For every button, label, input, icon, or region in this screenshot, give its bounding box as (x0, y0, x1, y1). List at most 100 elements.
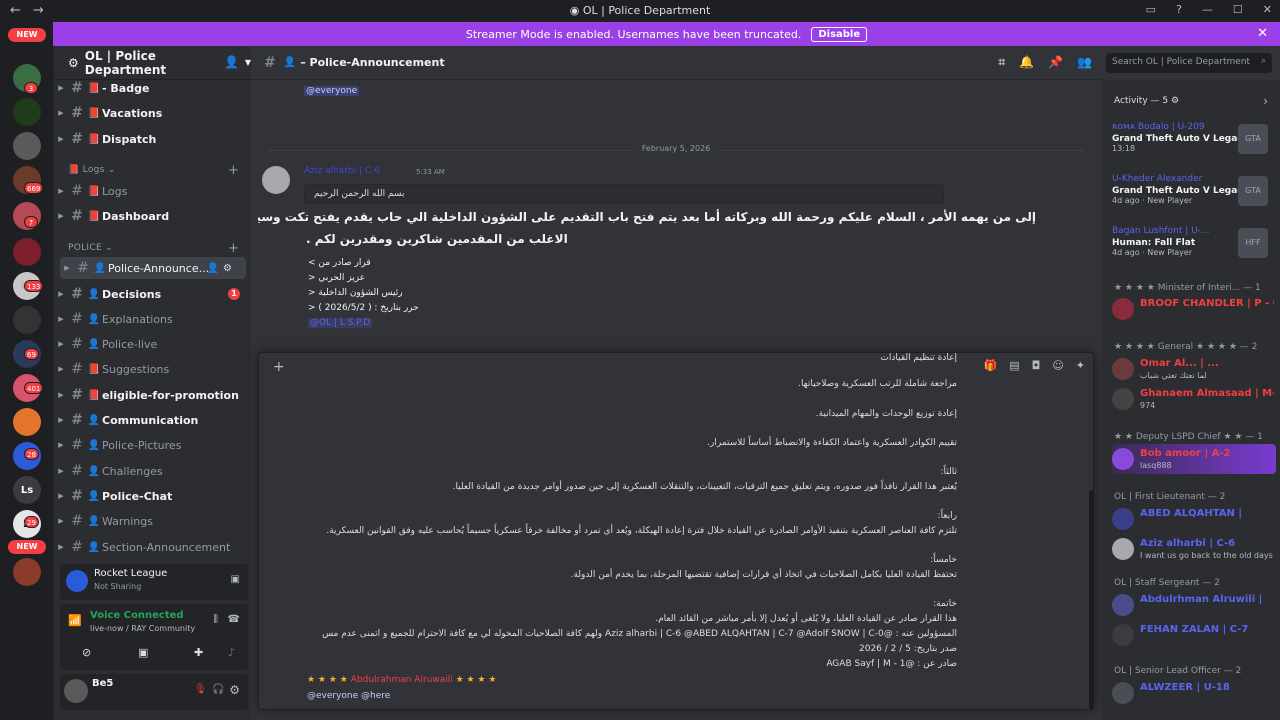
member-row[interactable]: Omar Al... | ... لما تعتك تعتي شباب (1112, 354, 1276, 384)
add-member-icon[interactable]: 👤 (224, 55, 239, 69)
search-input[interactable]: Search OL | Police Department ⌕ (1106, 53, 1272, 73)
server-icon[interactable] (13, 238, 41, 266)
channel-police-chat[interactable]: ▶ # 👤 Police-Chat (54, 485, 252, 507)
activity-panel[interactable]: Rocket League Not Sharing ▣ (60, 564, 248, 600)
hash-icon: # (71, 488, 83, 504)
expand-arrow-icon: ▶ (58, 340, 64, 348)
server-icon[interactable] (13, 408, 41, 436)
add-channel-icon[interactable]: + (228, 163, 239, 178)
unread-badge: 133 (24, 280, 44, 292)
channel-settings-icon[interactable]: 👤⚙ (207, 263, 236, 274)
channel-decisions[interactable]: ▶ # 👤 Decisions 1 (54, 283, 252, 305)
mute-icon[interactable]: 🎙 (194, 684, 207, 695)
member-row[interactable]: BROOF CHANDLER | P - 0 (1112, 294, 1276, 324)
chevron-right-icon[interactable]: › (1263, 94, 1268, 108)
screen-share-icon[interactable]: ▣ (138, 646, 148, 659)
message-author[interactable]: Aziz alharbi | C-6 (304, 166, 380, 176)
close-icon[interactable]: ✕ (1257, 26, 1268, 41)
help-icon[interactable]: ? (1176, 3, 1182, 16)
channel-police-live[interactable]: ▶ # 👤 Police-live (54, 333, 252, 355)
channel-warnings[interactable]: ▶ # 👤 Warnings (54, 510, 252, 532)
voice-channel[interactable]: live-now / RAY Community (90, 624, 195, 633)
channel-vacations[interactable]: ▶ # 📕 Vacations (54, 102, 252, 124)
activities-icon[interactable]: ✚ (194, 646, 203, 659)
chevron-down-icon: ▼ (244, 58, 251, 67)
activity-card[interactable]: Bagan Lushfont | U-... Human: Fall Flat … (1112, 226, 1276, 270)
channel-eligible-for-promotion[interactable]: ▶ # 📕 eligible-for-promotion (54, 384, 252, 406)
camera-off-icon[interactable]: ⊘ (82, 646, 91, 659)
apps-icon[interactable]: ✦ (1076, 359, 1085, 372)
member-row[interactable]: Bob amoor | A-2 lasq888 (1112, 444, 1276, 474)
member-list-icon[interactable]: 👥 (1077, 55, 1092, 70)
expand-arrow-icon: ▶ (58, 365, 64, 373)
activity-header[interactable]: Activity — 5 ⚙ (1114, 96, 1179, 106)
member-row[interactable]: ALWZEER | U-18 (1112, 678, 1276, 708)
channel-dispatch[interactable]: ▶ # 📕 Dispatch (54, 128, 252, 150)
header-toolbar: ⌗ 🔔 📌 👥 (998, 55, 1092, 70)
server-header[interactable]: ⚙ OL | Police Department ▼ 👤 (54, 46, 251, 80)
unread-badge: 401 (24, 382, 44, 394)
banner-text: Streamer Mode is enabled. Usernames have… (465, 27, 802, 41)
decision-line: قرار صادر من > (308, 258, 371, 268)
everyone-mention[interactable]: @everyone (304, 86, 360, 96)
expand-arrow-icon: ▶ (58, 212, 64, 220)
server-icon[interactable] (13, 306, 41, 334)
voice-status: Voice Connected (90, 610, 184, 621)
activity-card[interactable]: U-Kheder Alexander Grand Theft Auto V Le… (1112, 174, 1276, 218)
bell-icon[interactable]: 🔔 (1019, 55, 1034, 70)
soundboard-icon[interactable]: ♪ (228, 646, 235, 659)
member-name: Aziz alharbi | C-6 (1140, 538, 1236, 549)
channel-suggestions[interactable]: ▶ # 📕 Suggestions (54, 358, 252, 380)
scrollbar[interactable] (1089, 490, 1094, 710)
avatar[interactable] (64, 679, 88, 703)
role-mention[interactable]: @OL | L S.P.D (308, 318, 373, 328)
inbox-icon[interactable]: ▭ (1146, 3, 1156, 16)
channel-label: Suggestions (102, 362, 170, 376)
channel-challenges[interactable]: ▶ # 👤 Challenges (54, 460, 252, 482)
server-icon[interactable] (13, 558, 41, 586)
member-row[interactable]: FEHAN ZALAN | C-7 (1112, 620, 1276, 650)
threads-icon[interactable]: ⌗ (998, 55, 1005, 70)
gift-icon[interactable]: 🎁 (984, 359, 998, 372)
expand-arrow-icon: ▶ (58, 467, 64, 475)
channel-section-announcement[interactable]: ▶ # 👤 Section-Announcement (54, 536, 252, 558)
channel-police-pictures[interactable]: ▶ # 👤 Police-Pictures (54, 434, 252, 456)
channel-dashboard[interactable]: ▶ # 📕 Dashboard (54, 205, 252, 227)
server-icon-ls[interactable]: Ls (13, 476, 41, 504)
add-channel-icon[interactable]: + (228, 241, 239, 256)
noise-suppression-icon[interactable]: ⫼ (213, 614, 218, 625)
settings-gear-icon[interactable]: ⚙ (229, 683, 240, 697)
disable-button[interactable]: Disable (811, 26, 868, 42)
channel-communication[interactable]: ▶ # 👤 Communication (54, 409, 252, 431)
channel-police-announcement[interactable]: ▶ # 👤 Police-Announce... 👤⚙ (60, 257, 246, 279)
maximize-icon[interactable]: ☐ (1233, 3, 1243, 16)
member-name: Ghanaem Almasaad | M-2 (1140, 388, 1274, 399)
pin-icon[interactable]: 📌 (1048, 55, 1063, 70)
popout-line: صدر بتاريخ: 5 / 2 / 2026 (859, 644, 957, 654)
username: Be5 (92, 678, 114, 689)
member-row[interactable]: Abdulrhman Alruwili | (1112, 590, 1276, 620)
member-row[interactable]: Aziz alharbi | C-6 I want us go back to … (1112, 534, 1276, 564)
emoji-icon[interactable]: ☺ (1052, 359, 1063, 372)
member-row[interactable]: Ghanaem Almasaad | M-2 974 (1112, 384, 1276, 414)
sticker-icon[interactable]: ◘ (1032, 359, 1041, 372)
category-logs[interactable]: 📕 Logs ⌄ + (68, 163, 239, 178)
screen-share-icon[interactable]: ▣ (231, 574, 240, 585)
member-row[interactable]: ABED ALQAHTAN | (1112, 504, 1276, 534)
disconnect-icon[interactable]: ☎ (228, 614, 240, 625)
member-status: I want us go back to the old days b... (1140, 551, 1274, 560)
channel-explanations[interactable]: ▶ # 👤 Explanations (54, 308, 252, 330)
channel-badge[interactable]: ▶ # 📕 - Badge (54, 77, 252, 99)
person-icon: 👤 (87, 338, 101, 350)
add-icon[interactable]: + (273, 359, 285, 375)
deafen-icon[interactable]: 🎧 (212, 684, 224, 695)
category-police[interactable]: POLICE ⌄ + (68, 241, 239, 256)
avatar[interactable] (262, 166, 290, 194)
gif-icon[interactable]: ▤ (1009, 359, 1019, 372)
channel-logs[interactable]: ▶ # 📕 Logs (54, 180, 252, 202)
server-icon[interactable] (13, 98, 41, 126)
server-icon[interactable] (13, 132, 41, 160)
close-window-icon[interactable]: ✕ (1263, 3, 1272, 16)
activity-card[interactable]: ʀᴏᴍᴀ Bodalo | U-209 Grand Theft Auto V L… (1112, 122, 1276, 166)
minimize-icon[interactable]: — (1202, 3, 1213, 16)
